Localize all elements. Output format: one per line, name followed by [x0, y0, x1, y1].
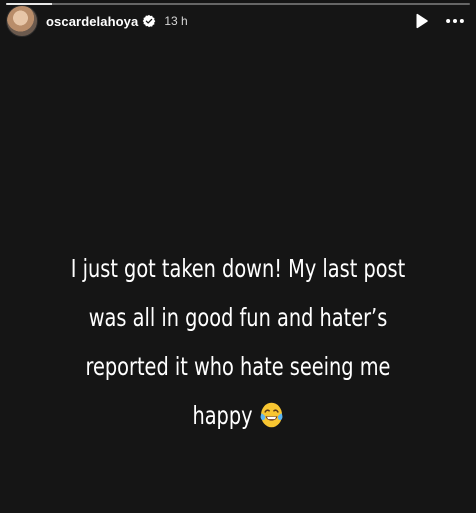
more-options-icon[interactable]	[444, 10, 466, 32]
caption-line-2: was all in good fun and hater’s	[88, 303, 388, 332]
story-header: oscardelahoya 13 h	[6, 5, 466, 37]
username[interactable]: oscardelahoya	[46, 14, 138, 29]
caption-line-4-text: happy	[192, 401, 253, 430]
post-time: 13 h	[164, 14, 188, 28]
avatar[interactable]	[6, 5, 38, 37]
story-viewer[interactable]: oscardelahoya 13 h I just got taken down…	[0, 0, 476, 513]
caption-line-4: happy	[51, 391, 426, 440]
face-with-tears-of-joy-icon	[259, 396, 283, 428]
caption-line-1: I just got taken down! My last post	[70, 254, 406, 283]
story-progress-fill	[6, 3, 53, 5]
story-caption: I just got taken down! My last post was …	[51, 244, 426, 440]
verified-badge-icon	[142, 14, 156, 28]
caption-line-3: reported it who hate seeing me	[85, 352, 391, 381]
story-progress-bar	[6, 3, 470, 5]
play-icon[interactable]	[410, 10, 432, 32]
